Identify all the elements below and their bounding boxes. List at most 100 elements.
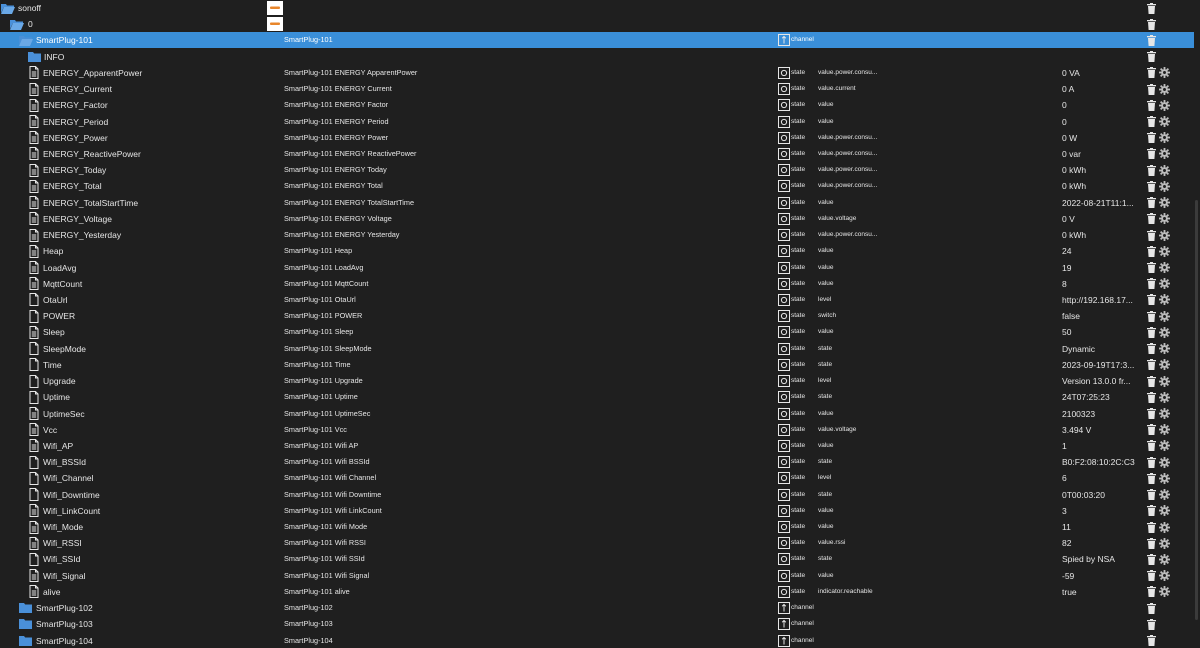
tree-state-row[interactable]: ENERGY_Power SmartPlug-101 ENERGY Power st…	[0, 130, 1194, 146]
trash-icon[interactable]	[1146, 357, 1156, 373]
tree-state-row[interactable]: ENERGY_ApparentPower SmartPlug-101 ENERGY…	[0, 65, 1194, 81]
trash-icon[interactable]	[1146, 0, 1156, 16]
object-value[interactable]: 8	[1062, 276, 1142, 292]
tree-state-row[interactable]: ENERGY_Today SmartPlug-101 ENERGY Today st…	[0, 162, 1194, 178]
tree-state-row[interactable]: ENERGY_Yesterday SmartPlug-101 ENERGY Yes…	[0, 227, 1194, 243]
gear-icon[interactable]	[1158, 65, 1170, 81]
object-value[interactable]: 0 kWh	[1062, 227, 1142, 243]
tree-state-row[interactable]: Sleep SmartPlug-101 Sleep state value 50	[0, 324, 1194, 340]
folder-open-icon[interactable]	[9, 16, 24, 32]
gear-icon[interactable]	[1158, 146, 1170, 162]
object-value[interactable]: http://192.168.17...	[1062, 292, 1142, 308]
trash-icon[interactable]	[1146, 97, 1156, 113]
gear-icon[interactable]	[1158, 470, 1170, 486]
trash-icon[interactable]	[1146, 551, 1156, 567]
tree-state-row[interactable]: Wifi_Channel SmartPlug-101 Wifi Channel st…	[0, 470, 1194, 486]
trash-icon[interactable]	[1146, 178, 1156, 194]
tree-state-row[interactable]: LoadAvg SmartPlug-101 LoadAvg state value 19	[0, 260, 1194, 276]
trash-icon[interactable]	[1146, 114, 1156, 130]
gear-icon[interactable]	[1158, 292, 1170, 308]
gear-icon[interactable]	[1158, 406, 1170, 422]
tree-state-row[interactable]: ENERGY_Factor SmartPlug-101 ENERGY Factor…	[0, 97, 1194, 113]
tree-state-row[interactable]: Uptime SmartPlug-101 Uptime state state 24T0…	[0, 389, 1194, 405]
tree-folder-row[interactable]: INFO	[0, 49, 1194, 65]
tree-folder-row[interactable]: SmartPlug-104 SmartPlug-104 channel	[0, 633, 1194, 648]
gear-icon[interactable]	[1158, 357, 1170, 373]
gear-icon[interactable]	[1158, 551, 1170, 567]
trash-icon[interactable]	[1146, 130, 1156, 146]
gear-icon[interactable]	[1158, 373, 1170, 389]
tree-state-row[interactable]: Wifi_BSSId SmartPlug-101 Wifi BSSId state s…	[0, 454, 1194, 470]
gear-icon[interactable]	[1158, 389, 1170, 405]
trash-icon[interactable]	[1146, 65, 1156, 81]
gear-icon[interactable]	[1158, 503, 1170, 519]
folder-icon[interactable]	[27, 49, 42, 65]
tree-state-row[interactable]: Wifi_LinkCount SmartPlug-101 Wifi LinkCou…	[0, 503, 1194, 519]
trash-icon[interactable]	[1146, 633, 1156, 648]
object-value[interactable]: false	[1062, 308, 1142, 324]
trash-icon[interactable]	[1146, 146, 1156, 162]
tree-state-row[interactable]: SleepMode SmartPlug-101 SleepMode state sta…	[0, 341, 1194, 357]
gear-icon[interactable]	[1158, 422, 1170, 438]
tree-state-row[interactable]: UptimeSec SmartPlug-101 UptimeSec state val…	[0, 406, 1194, 422]
trash-icon[interactable]	[1146, 568, 1156, 584]
trash-icon[interactable]	[1146, 32, 1156, 48]
tree-state-row[interactable]: ENERGY_TotalStartTime SmartPlug-101 ENERG…	[0, 195, 1194, 211]
object-value[interactable]: 0 V	[1062, 211, 1142, 227]
object-value[interactable]: 0	[1062, 97, 1142, 113]
tree-folder-row[interactable]: SmartPlug-102 SmartPlug-102 channel	[0, 600, 1194, 616]
tree-folder-row[interactable]: 0	[0, 16, 1194, 32]
tree-state-row[interactable]: Wifi_RSSI SmartPlug-101 Wifi RSSI state val…	[0, 535, 1194, 551]
trash-icon[interactable]	[1146, 535, 1156, 551]
trash-icon[interactable]	[1146, 227, 1156, 243]
object-value[interactable]: 82	[1062, 535, 1142, 551]
object-value[interactable]: Version 13.0.0 fr...	[1062, 373, 1142, 389]
trash-icon[interactable]	[1146, 260, 1156, 276]
gear-icon[interactable]	[1158, 324, 1170, 340]
trash-icon[interactable]	[1146, 49, 1156, 65]
object-value[interactable]: 2022-08-21T11:1...	[1062, 195, 1142, 211]
folder-icon[interactable]	[18, 616, 33, 632]
object-value[interactable]: Spied by NSA	[1062, 551, 1142, 567]
tree-state-row[interactable]: MqttCount SmartPlug-101 MqttCount state val…	[0, 276, 1194, 292]
trash-icon[interactable]	[1146, 243, 1156, 259]
object-value[interactable]: 6	[1062, 470, 1142, 486]
tree-state-row[interactable]: Vcc SmartPlug-101 Vcc state value.voltage 3.…	[0, 422, 1194, 438]
tree-state-row[interactable]: OtaUrl SmartPlug-101 OtaUrl state level http…	[0, 292, 1194, 308]
gear-icon[interactable]	[1158, 568, 1170, 584]
gear-icon[interactable]	[1158, 487, 1170, 503]
object-value[interactable]: true	[1062, 584, 1142, 600]
gear-icon[interactable]	[1158, 243, 1170, 259]
tree-state-row[interactable]: Upgrade SmartPlug-101 Upgrade state level Ve…	[0, 373, 1194, 389]
trash-icon[interactable]	[1146, 162, 1156, 178]
tree-state-row[interactable]: Time SmartPlug-101 Time state state 2023-09-…	[0, 357, 1194, 373]
tree-folder-row[interactable]: SmartPlug-101 SmartPlug-101 channel	[0, 32, 1194, 49]
trash-icon[interactable]	[1146, 389, 1156, 405]
object-value[interactable]: 3	[1062, 503, 1142, 519]
object-value[interactable]: 2100323	[1062, 406, 1142, 422]
folder-icon[interactable]	[18, 633, 33, 648]
trash-icon[interactable]	[1146, 292, 1156, 308]
gear-icon[interactable]	[1158, 519, 1170, 535]
folder-open-icon[interactable]	[18, 32, 33, 48]
object-value[interactable]: 0 W	[1062, 130, 1142, 146]
gear-icon[interactable]	[1158, 260, 1170, 276]
gear-icon[interactable]	[1158, 114, 1170, 130]
gear-icon[interactable]	[1158, 454, 1170, 470]
tree-folder-row[interactable]: SmartPlug-103 SmartPlug-103 channel	[0, 616, 1194, 632]
gear-icon[interactable]	[1158, 276, 1170, 292]
gear-icon[interactable]	[1158, 97, 1170, 113]
trash-icon[interactable]	[1146, 519, 1156, 535]
gear-icon[interactable]	[1158, 130, 1170, 146]
tree-state-row[interactable]: Wifi_Mode SmartPlug-101 Wifi Mode state val…	[0, 519, 1194, 535]
tree-state-row[interactable]: Heap SmartPlug-101 Heap state value 24	[0, 243, 1194, 259]
object-value[interactable]: 0 A	[1062, 81, 1142, 97]
object-value[interactable]: 0 kWh	[1062, 162, 1142, 178]
object-value[interactable]: 3.494 V	[1062, 422, 1142, 438]
trash-icon[interactable]	[1146, 438, 1156, 454]
object-value[interactable]: -59	[1062, 568, 1142, 584]
object-value[interactable]: 0	[1062, 114, 1142, 130]
object-value[interactable]: 50	[1062, 324, 1142, 340]
gear-icon[interactable]	[1158, 308, 1170, 324]
object-value[interactable]: 0 VA	[1062, 65, 1142, 81]
